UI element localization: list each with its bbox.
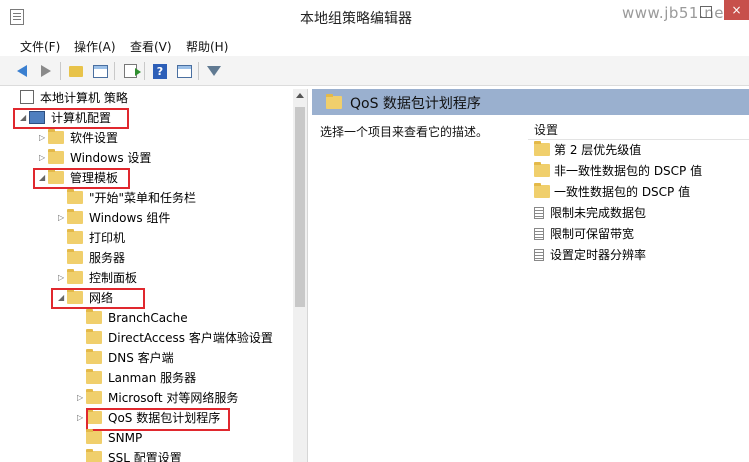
details-pane: QoS 数据包计划程序 选择一个项目来查看它的描述。 设置 第 2 层优先级值 … bbox=[312, 89, 749, 462]
tree-scrollbar[interactable] bbox=[293, 89, 307, 462]
tree-item-root[interactable]: 本地计算机 策略 bbox=[20, 88, 128, 108]
collapsed-arrow-icon[interactable]: ▷ bbox=[39, 128, 48, 148]
folder-icon bbox=[48, 149, 64, 164]
details-header: QoS 数据包计划程序 bbox=[312, 89, 749, 115]
help-icon[interactable]: ? bbox=[150, 61, 170, 81]
tree-item-start-menu[interactable]: "开始"菜单和任务栏 bbox=[58, 188, 196, 208]
forward-arrow-icon[interactable] bbox=[36, 61, 56, 81]
properties-icon[interactable] bbox=[174, 61, 194, 81]
details-title: QoS 数据包计划程序 bbox=[350, 96, 481, 112]
folder-icon bbox=[86, 309, 102, 324]
title-bar: 本地组策略编辑器 www.jb51.net × bbox=[0, 0, 749, 34]
folder-icon bbox=[534, 141, 550, 156]
collapsed-arrow-icon[interactable]: ▷ bbox=[77, 388, 86, 408]
export-list-icon[interactable] bbox=[120, 61, 141, 81]
tree-item-lanman-server[interactable]: Lanman 服务器 bbox=[77, 368, 196, 388]
setting-item-nonconforming-dscp[interactable]: 非一致性数据包的 DSCP 值 bbox=[534, 161, 702, 181]
highlight-box bbox=[13, 108, 129, 129]
tree-item-software-settings[interactable]: ▷ 软件设置 bbox=[39, 128, 118, 148]
folder-icon bbox=[67, 249, 83, 264]
tree-item-server[interactable]: 服务器 bbox=[58, 248, 125, 268]
menu-bar: 文件(F) 操作(A) 查看(V) 帮助(H) bbox=[0, 34, 749, 56]
folder-icon bbox=[534, 183, 550, 198]
menu-action[interactable]: 操作(A) bbox=[74, 38, 116, 55]
folder-icon bbox=[67, 229, 83, 244]
folder-icon bbox=[326, 94, 342, 109]
toolbar-separator bbox=[198, 62, 199, 80]
folder-icon bbox=[67, 269, 83, 284]
tree-item-snmp[interactable]: SNMP bbox=[77, 428, 142, 448]
tree-item-ssl[interactable]: SSL 配置设置 bbox=[77, 448, 182, 462]
folder-icon bbox=[86, 389, 102, 404]
back-arrow-icon[interactable] bbox=[12, 61, 32, 81]
minimize-button[interactable] bbox=[700, 6, 712, 18]
up-folder-icon[interactable] bbox=[66, 61, 86, 81]
description-text: 选择一个项目来查看它的描述。 bbox=[320, 125, 489, 139]
tree-item-directaccess[interactable]: DirectAccess 客户端体验设置 bbox=[77, 328, 273, 348]
collapsed-arrow-icon[interactable]: ▷ bbox=[77, 408, 86, 428]
toolbar: ? bbox=[0, 56, 749, 86]
folder-icon bbox=[86, 449, 102, 462]
tree-item-windows-settings[interactable]: ▷ Windows 设置 bbox=[39, 148, 151, 168]
folder-icon bbox=[86, 369, 102, 384]
scroll-up-icon[interactable] bbox=[296, 93, 304, 98]
collapsed-arrow-icon[interactable]: ▷ bbox=[39, 148, 48, 168]
highlight-box bbox=[51, 288, 145, 309]
folder-icon bbox=[48, 129, 64, 144]
toolbar-separator bbox=[60, 62, 61, 80]
policy-icon bbox=[20, 90, 34, 104]
menu-view[interactable]: 查看(V) bbox=[130, 38, 172, 55]
scrollbar-thumb[interactable] bbox=[295, 107, 305, 307]
tree-item-branchcache[interactable]: BranchCache bbox=[77, 308, 188, 328]
highlight-box bbox=[33, 168, 130, 189]
settings-column-header[interactable]: 设置 bbox=[534, 121, 558, 138]
show-hide-tree-icon[interactable] bbox=[90, 61, 110, 81]
collapsed-arrow-icon[interactable]: ▷ bbox=[58, 208, 67, 228]
folder-icon bbox=[67, 189, 83, 204]
folder-icon bbox=[86, 329, 102, 344]
collapsed-arrow-icon[interactable]: ▷ bbox=[58, 268, 67, 288]
folder-icon bbox=[86, 349, 102, 364]
setting-item-conforming-dscp[interactable]: 一致性数据包的 DSCP 值 bbox=[534, 182, 690, 202]
watermark-text: www.jb51.net bbox=[622, 4, 731, 22]
close-button[interactable]: × bbox=[724, 0, 749, 20]
policy-setting-icon bbox=[534, 228, 544, 240]
tree-item-control-panel[interactable]: ▷ 控制面板 bbox=[58, 268, 137, 288]
app-icon bbox=[10, 9, 24, 25]
tree-item-microsoft-p2p[interactable]: ▷ Microsoft 对等网络服务 bbox=[77, 388, 238, 408]
folder-icon bbox=[86, 429, 102, 444]
toolbar-separator bbox=[114, 62, 115, 80]
setting-item-layer2-priority[interactable]: 第 2 层优先级值 bbox=[534, 140, 641, 160]
tree-item-windows-components[interactable]: ▷ Windows 组件 bbox=[58, 208, 170, 228]
tree-item-dns-client[interactable]: DNS 客户端 bbox=[77, 348, 174, 368]
menu-help[interactable]: 帮助(H) bbox=[186, 38, 228, 55]
setting-item-timer-resolution[interactable]: 设置定时器分辨率 bbox=[534, 245, 646, 265]
toolbar-separator bbox=[144, 62, 145, 80]
folder-icon bbox=[534, 162, 550, 177]
tree-item-printers[interactable]: 打印机 bbox=[58, 228, 125, 248]
filter-icon[interactable] bbox=[204, 61, 224, 81]
folder-icon bbox=[67, 209, 83, 224]
menu-file[interactable]: 文件(F) bbox=[20, 38, 60, 55]
setting-item-limit-outstanding-packets[interactable]: 限制未完成数据包 bbox=[534, 203, 646, 223]
setting-item-limit-reservable-bandwidth[interactable]: 限制可保留带宽 bbox=[534, 224, 634, 244]
window-title: 本地组策略编辑器 bbox=[300, 11, 412, 27]
policy-setting-icon bbox=[534, 207, 544, 219]
policy-setting-icon bbox=[534, 249, 544, 261]
